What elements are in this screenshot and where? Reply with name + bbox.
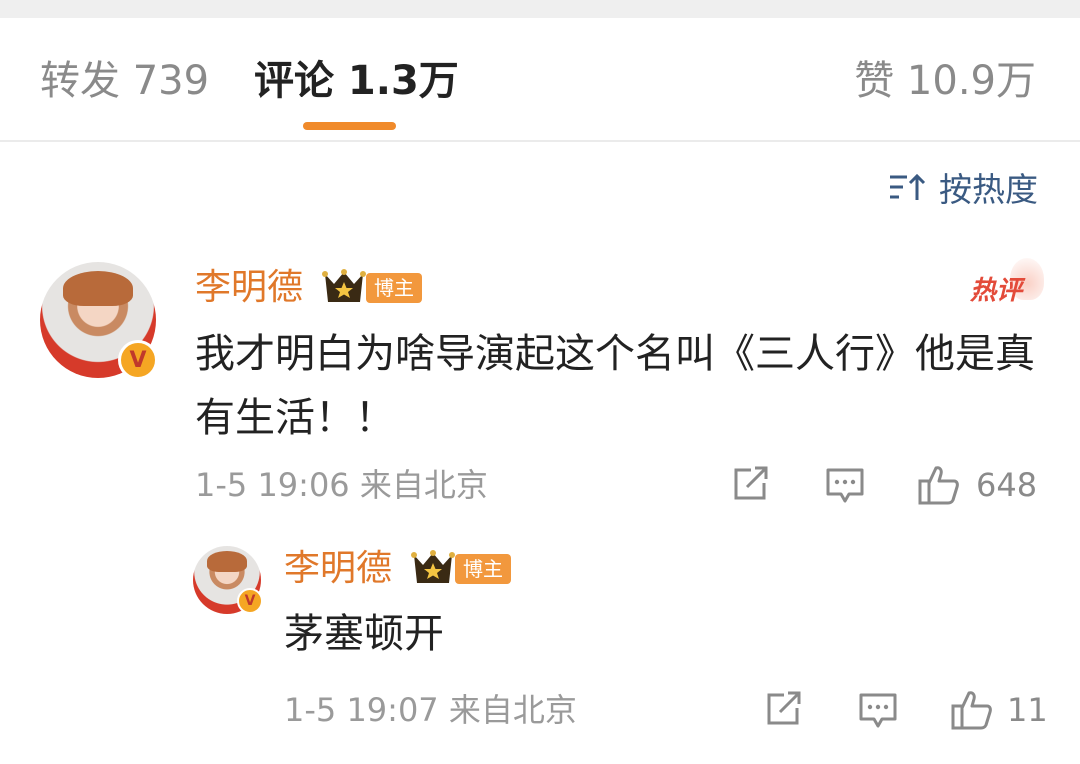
thumbs-up-icon[interactable] — [917, 462, 961, 510]
crown-icon — [322, 268, 366, 310]
verified-icon: V — [118, 340, 158, 380]
verified-icon: V — [237, 588, 263, 614]
comment-meta: 1-5 19:06 来自北京 — [195, 466, 488, 504]
comment-text: 我才明白为啥导演起这个名叫《三人行》他是真有生活！！ — [195, 331, 1035, 441]
comment-icon[interactable] — [825, 465, 865, 509]
comment-username[interactable]: 李明德 — [195, 266, 303, 310]
active-tab-indicator — [303, 122, 396, 130]
share-icon[interactable] — [731, 465, 771, 507]
hot-comment-tag: 热评 — [970, 276, 1023, 306]
tab-repost[interactable]: 转发 739 — [40, 58, 209, 104]
share-icon[interactable] — [764, 690, 804, 732]
tab-comments[interactable]: 评论 1.3万 — [254, 58, 459, 104]
sort-icon — [889, 172, 927, 202]
sort-label: 按热度 — [939, 170, 1038, 209]
like-count: 648 — [976, 466, 1038, 504]
reply-meta: 1-5 19:07 来自北京 — [284, 691, 577, 729]
blogger-badge: 博主 — [366, 273, 422, 303]
tab-bar: 转发 739 评论 1.3万 赞 10.9万 — [0, 18, 1080, 142]
sort-by-hot-button[interactable]: 按热度 — [889, 167, 1038, 209]
thumbs-up-icon[interactable] — [950, 687, 994, 735]
tab-likes[interactable]: 赞 10.9万 — [854, 58, 1036, 104]
top-gray-strip — [0, 0, 1080, 18]
reply-username[interactable]: 李明德 — [284, 547, 392, 591]
like-count: 11 — [1007, 691, 1048, 729]
crown-icon — [411, 549, 455, 591]
reply-text: 茅塞顿开 — [284, 611, 444, 657]
comment-icon[interactable] — [858, 690, 898, 734]
blogger-badge: 博主 — [455, 554, 511, 584]
